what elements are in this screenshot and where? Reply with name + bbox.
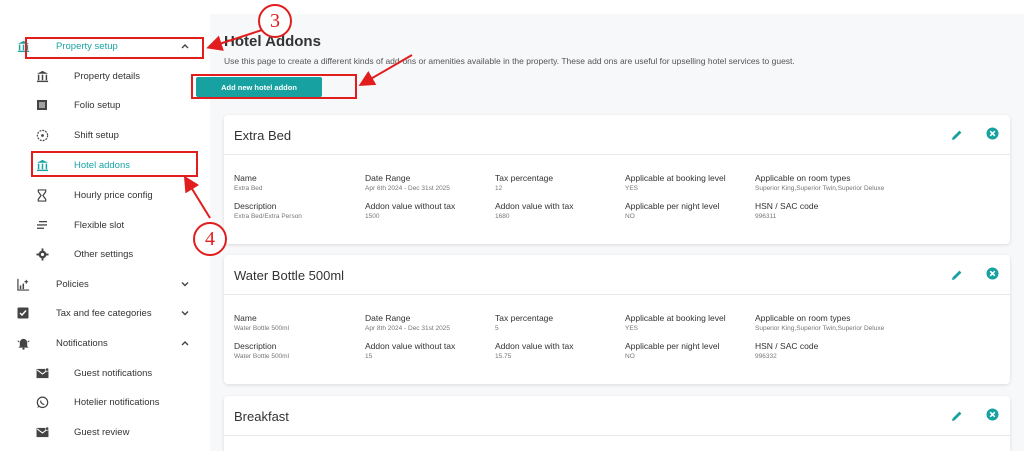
- annotation-step-3: 3: [258, 4, 292, 38]
- page: Property setup Property details Folio se…: [0, 0, 1024, 451]
- annotation-step-4: 4: [193, 222, 227, 256]
- annotation-arrows: [183, 29, 413, 219]
